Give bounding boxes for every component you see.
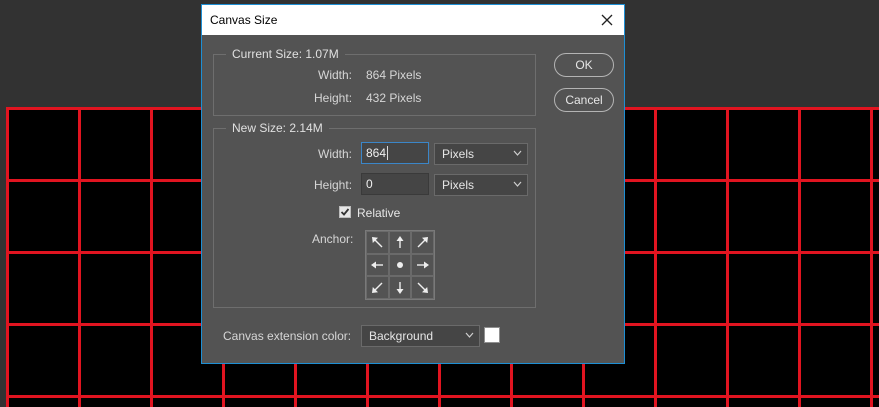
current-size-group: Current Size: 1.07M xyxy=(213,47,536,116)
current-size-legend: Current Size: 1.07M xyxy=(226,47,345,61)
anchor-top-left[interactable] xyxy=(366,231,389,254)
new-height-value: 0 xyxy=(366,177,373,191)
width-unit-select[interactable]: Pixels xyxy=(434,143,528,165)
arrow-down-right-icon xyxy=(417,282,428,293)
canvas-size-dialog: Canvas Size Current Size: 1.07M Width: 8… xyxy=(201,4,625,364)
current-height-value: 432 Pixels xyxy=(366,91,422,105)
new-width-label: Width: xyxy=(318,147,353,161)
extension-color-select[interactable]: Background xyxy=(361,325,480,347)
cancel-button[interactable]: Cancel xyxy=(554,88,614,112)
anchor-bottom-right[interactable] xyxy=(411,276,434,299)
chevron-down-icon xyxy=(513,181,522,187)
anchor-dot-icon xyxy=(396,261,403,268)
current-width-value: 864 Pixels xyxy=(366,68,422,82)
extension-color-swatch[interactable] xyxy=(484,327,500,343)
new-width-input[interactable]: 864 xyxy=(361,142,429,164)
new-height-input[interactable]: 0 xyxy=(361,173,429,195)
checkmark-icon xyxy=(340,208,350,216)
chevron-down-icon xyxy=(513,150,522,156)
close-icon xyxy=(601,14,613,26)
extension-color-label: Canvas extension color: xyxy=(223,329,352,343)
relative-label: Relative xyxy=(357,206,401,220)
arrow-right-icon xyxy=(416,261,429,269)
height-unit-value: Pixels xyxy=(442,178,475,192)
extension-color-value: Background xyxy=(369,329,434,343)
current-height-label: Height: xyxy=(314,91,353,105)
arrow-up-icon xyxy=(396,236,404,249)
width-unit-value: Pixels xyxy=(442,147,475,161)
arrow-up-right-icon xyxy=(417,237,428,248)
chevron-down-icon xyxy=(465,332,474,338)
anchor-grid xyxy=(365,230,435,300)
anchor-bottom-left[interactable] xyxy=(366,276,389,299)
anchor-label: Anchor: xyxy=(312,232,354,246)
anchor-right[interactable] xyxy=(411,253,434,277)
arrow-left-icon xyxy=(371,261,384,269)
new-size-legend: New Size: 2.14M xyxy=(226,121,329,135)
height-unit-select[interactable]: Pixels xyxy=(434,174,528,196)
arrow-down-icon xyxy=(396,281,404,294)
anchor-top-right[interactable] xyxy=(411,231,434,254)
anchor-bottom[interactable] xyxy=(388,276,412,299)
dialog-titlebar: Canvas Size xyxy=(202,5,624,35)
arrow-up-left-icon xyxy=(372,237,383,248)
anchor-center[interactable] xyxy=(388,253,412,277)
anchor-left[interactable] xyxy=(366,253,389,277)
close-button[interactable] xyxy=(592,5,622,35)
arrow-down-left-icon xyxy=(372,282,383,293)
relative-checkbox[interactable] xyxy=(339,206,351,218)
current-width-label: Width: xyxy=(318,68,353,82)
new-height-label: Height: xyxy=(314,178,353,192)
new-width-value: 864 xyxy=(366,146,387,160)
anchor-top[interactable] xyxy=(388,231,412,254)
ok-button[interactable]: OK xyxy=(554,53,614,77)
dialog-title: Canvas Size xyxy=(210,13,278,27)
